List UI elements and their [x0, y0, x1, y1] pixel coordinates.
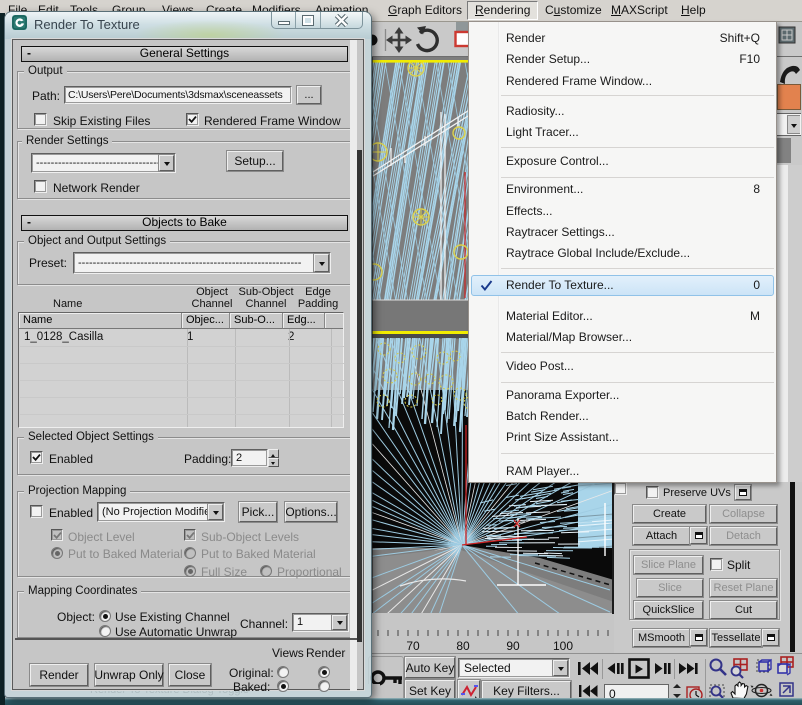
svg-text:90: 90: [506, 639, 520, 653]
svg-text:100: 100: [553, 639, 573, 653]
svg-text:70: 70: [406, 639, 420, 653]
svg-text:80: 80: [456, 639, 470, 653]
